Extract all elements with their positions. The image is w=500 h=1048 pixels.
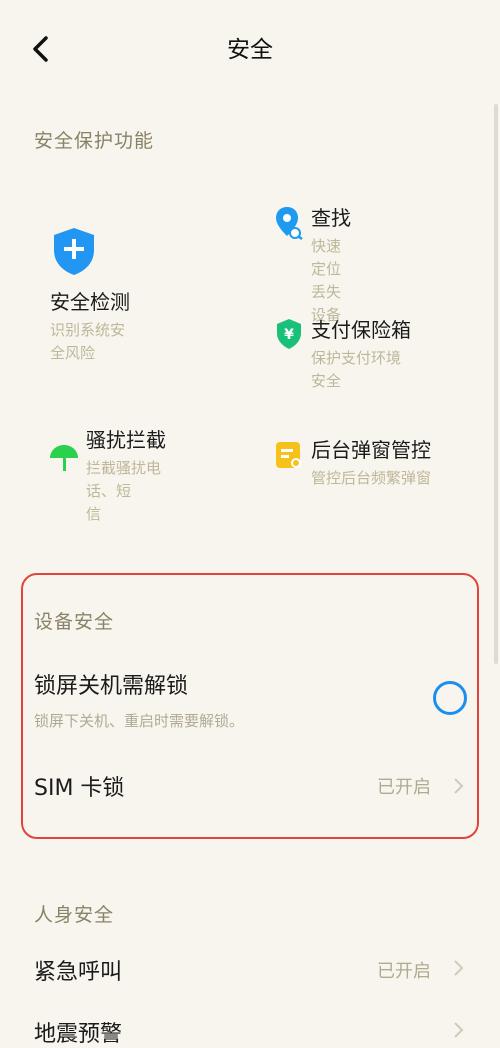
feature-desc-line: 信: [86, 505, 102, 523]
row-label: 紧急呼叫: [34, 960, 123, 985]
status-text: 已开启: [377, 777, 431, 798]
page-title: 安全: [227, 37, 273, 63]
row-label: 地震预警: [34, 1022, 123, 1047]
sim-lock-row[interactable]: SIM 卡锁: [34, 770, 124, 802]
feature-desc: 拦截骚扰电话、短 信: [86, 457, 166, 526]
earthquake-warning-row[interactable]: 地震预警: [34, 1016, 122, 1048]
section-title-personal-safety: 人身安全: [34, 904, 115, 926]
feature-desc: 管控后台频繁弹窗: [311, 469, 432, 487]
feature-name: 安全检测: [50, 290, 130, 314]
feature-desc: 保护支付环境安全: [311, 349, 402, 390]
row-subtitle: 锁屏下关机、重启时需要解锁。: [34, 712, 245, 730]
feature-name: 后台弹窗管控: [311, 438, 431, 462]
feature-desc: 识别系统安全风险: [50, 321, 126, 362]
feature-name: 骚扰拦截: [86, 428, 166, 452]
feature-desc-line: 拦截骚扰电话、短: [86, 459, 162, 500]
status-text: 已开启: [377, 961, 431, 982]
top-bar: 安全: [0, 0, 500, 96]
section-title-device-security: 设备安全: [34, 611, 115, 633]
shield-plus-icon: [54, 228, 94, 275]
lock-shutdown-toggle[interactable]: [433, 681, 467, 715]
lock-shutdown-row[interactable]: 锁屏关机需解锁 锁屏下关机、重启时需要解锁。: [34, 668, 244, 731]
chevron-right-icon: [454, 778, 464, 794]
section-title-protection: 安全保护功能: [34, 130, 155, 152]
chevron-right-icon: [454, 960, 464, 976]
popup-window-icon: [276, 442, 301, 468]
svg-text:¥: ¥: [284, 327, 294, 343]
row-label: SIM 卡锁: [34, 776, 125, 801]
scrollbar[interactable]: [494, 104, 498, 664]
yuan-shield-icon: ¥: [277, 319, 301, 349]
chevron-right-icon: [454, 1022, 464, 1038]
row-label: 锁屏关机需解锁: [34, 674, 189, 699]
umbrella-icon: [50, 445, 78, 471]
feature-name: 查找: [311, 206, 351, 230]
location-pin-icon: [276, 207, 303, 240]
feature-name: 支付保险箱: [311, 318, 411, 342]
emergency-call-row[interactable]: 紧急呼叫: [34, 954, 122, 986]
